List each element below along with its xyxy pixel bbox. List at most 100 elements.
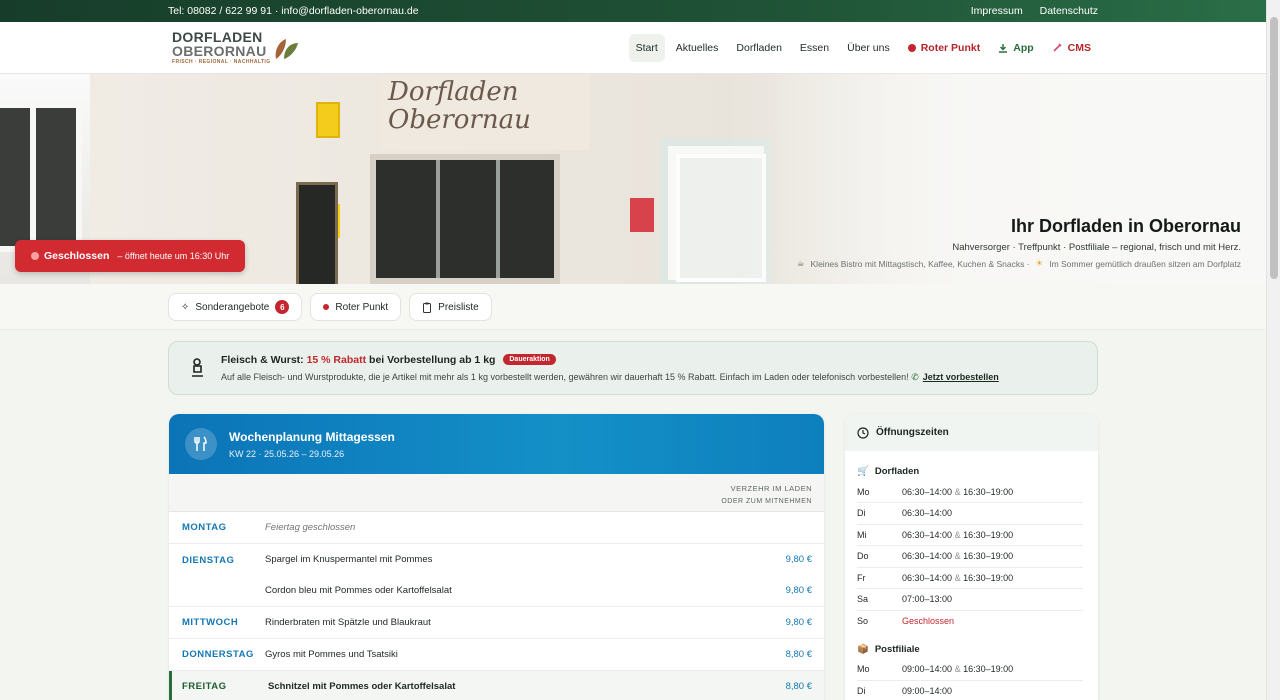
hours-time: 16:30–19:00 <box>963 529 1014 540</box>
chip-sonderangebote-label: Sonderangebote <box>195 301 270 313</box>
hours-time: 16:30–19:00 <box>963 486 1014 497</box>
promo-tag-badge: Daueraktion <box>503 354 556 366</box>
nav-aktuelles[interactable]: Aktuelles <box>669 34 726 62</box>
nav-roter-punkt[interactable]: Roter Punkt <box>901 34 988 62</box>
hours-day: Do <box>857 545 902 568</box>
hours-day: Di <box>857 680 902 700</box>
promo-cta-link[interactable]: Jetzt vorbestellen <box>923 372 999 382</box>
menu-dish: Schnitzel mit Pommes oder Kartoffelsalat <box>268 681 456 692</box>
lunch-menu-subheader: VERZEHR IM LADEN ODER ZUM MITNEHMEN <box>169 474 824 512</box>
hero-note-summer: Im Sommer gemütlich draußen sitzen am Do… <box>1049 258 1241 269</box>
nav-app-label: App <box>1013 41 1034 54</box>
nav-app[interactable]: App <box>991 34 1040 62</box>
nav-dorfladen[interactable]: Dorfladen <box>729 34 789 62</box>
hours-time: 06:30–14:00 <box>902 508 953 519</box>
red-dot-icon <box>323 304 330 310</box>
sonderangebote-count-badge: 6 <box>275 300 290 314</box>
opening-hours-header: Öffnungszeiten <box>845 414 1098 451</box>
open-status-badge[interactable]: Geschlossen – öffnet heute um 16:30 Uhr <box>15 240 246 272</box>
hours-day: Mi <box>857 524 902 546</box>
quick-links: ✧ Sonderangebote 6 Roter Punkt Preislist… <box>0 284 1266 330</box>
leaf-logo-icon <box>276 38 299 59</box>
clipboard-icon <box>423 302 432 313</box>
hours-time: 16:30–19:00 <box>963 572 1014 583</box>
menu-dish: Cordon bleu mit Pommes oder Kartoffelsal… <box>265 585 452 596</box>
menu-row-montag: MONTAG Feiertag geschlossen <box>169 512 824 544</box>
hero-notes: ☕ Kleines Bistro mit Mittagstisch, Kaffe… <box>797 258 1241 269</box>
post-hours-title: 📦 Postfiliale <box>845 632 1098 655</box>
menu-sub2: ODER ZUM MITNEHMEN <box>721 498 812 505</box>
menu-dish: Gyros mit Pommes und Tsatsiki <box>265 649 398 660</box>
store-sign: Dorfladen Oberornau <box>380 74 590 150</box>
cup-icon: ☕ <box>796 258 805 268</box>
dorfladen-hours-table: Mo 06:30–14:00 & 16:30–19:00 Di 06:30–14:0… <box>857 481 1083 632</box>
hours-time: 06:30–14:00 <box>902 529 953 540</box>
dorfladen-hours-title: 🛒 Dorfladen <box>845 451 1098 477</box>
logo-line1: DORFLADEN <box>172 29 263 45</box>
hours-day: Fr <box>857 567 902 589</box>
hours-day: Mo <box>857 481 902 503</box>
menu-price: 9,80 € <box>785 554 812 565</box>
hours-time: 09:00–14:00 <box>902 664 953 674</box>
chip-preisliste[interactable]: Preisliste <box>409 293 492 321</box>
menu-day: MONTAG <box>182 522 227 533</box>
store-door-image <box>370 154 560 284</box>
hero-subtitle: Nahversorger · Treffpunkt · Postfiliale … <box>952 242 1241 253</box>
page-scrollbar[interactable] <box>1266 0 1280 700</box>
datenschutz-link[interactable]: Datenschutz <box>1040 5 1098 17</box>
main-nav: Start Aktuelles Dorfladen Essen Über uns… <box>628 33 1098 62</box>
hours-day: Mo <box>857 658 902 681</box>
impressum-link[interactable]: Impressum <box>971 5 1023 17</box>
hours-time: 16:30–19:00 <box>963 551 1014 562</box>
mailbox-image <box>316 102 340 138</box>
scrollbar-thumb[interactable] <box>1270 17 1278 279</box>
menu-day: FREITAG <box>182 681 227 692</box>
promo-banner: Fleisch & Wurst: 15 % Rabatt bei Vorbest… <box>168 341 1098 395</box>
chip-roter-punkt[interactable]: Roter Punkt <box>310 293 402 321</box>
red-dot-icon <box>907 43 916 52</box>
hours-time: 09:00–14:00 <box>902 685 953 696</box>
menu-day: MITTWOCH <box>182 617 239 628</box>
site-logo[interactable]: DORFLADEN OBERORNAU FRISCH · REGIONAL · … <box>172 30 300 65</box>
key-icon <box>1053 43 1062 52</box>
promo-highlight: 15 % Rabatt <box>306 353 367 366</box>
menu-holiday: Feiertag geschlossen <box>265 522 356 533</box>
lunch-menu-card: Wochenplanung Mittagessen KW 22 · 25.05.… <box>169 414 824 700</box>
package-icon: 📦 <box>857 643 869 655</box>
menu-row-freitag: FREITAG Schnitzel mit Pommes oder Kartof… <box>169 671 824 700</box>
top-contact-bar: Tel: 08082 / 622 99 91 · info@dorfladen-… <box>0 0 1266 22</box>
hours-day: Sa <box>857 588 902 611</box>
phone-icon: ✆ <box>911 371 919 382</box>
menu-price: 9,80 € <box>785 585 812 596</box>
opening-hours-title: Öffnungszeiten <box>876 427 949 438</box>
nav-ueber-uns[interactable]: Über uns <box>840 34 897 62</box>
dorfladen-hours-label: Dorfladen <box>874 466 920 477</box>
site-header: DORFLADEN OBERORNAU FRISCH · REGIONAL · … <box>0 22 1266 74</box>
nav-essen[interactable]: Essen <box>793 34 836 62</box>
status-detail: – öffnet heute um 16:30 Uhr <box>117 251 230 261</box>
hours-time: 06:30–14:00 <box>902 551 953 562</box>
hours-time: 16:30–19:00 <box>963 664 1014 674</box>
menu-sub1: VERZEHR IM LADEN <box>730 484 812 493</box>
promo-suffix: bei Vorbestellung ab 1 kg <box>369 353 496 366</box>
hours-time: 07:00–13:00 <box>902 594 953 605</box>
opening-hours-card: Öffnungszeiten 🛒 Dorfladen Mo 06:30–14:00… <box>845 414 1098 700</box>
clock-icon <box>857 426 869 439</box>
hours-day: Di <box>857 502 902 525</box>
store-sign-text: Dorfladen Oberornau <box>388 77 531 135</box>
contact-info: Tel: 08082 / 622 99 91 · info@dorfladen-… <box>168 5 419 17</box>
nav-cms[interactable]: CMS <box>1045 34 1098 62</box>
promo-text: Auf alle Fleisch- und Wurstprodukte, die… <box>221 371 909 382</box>
logo-tagline: FRISCH · REGIONAL · NACHHALTIG <box>172 59 271 65</box>
nav-roter-punkt-label: Roter Punkt <box>920 41 981 54</box>
menu-price: 8,80 € <box>785 649 812 660</box>
chip-preisliste-label: Preisliste <box>438 301 479 313</box>
status-dot-icon <box>31 252 39 260</box>
chip-sonderangebote[interactable]: ✧ Sonderangebote 6 <box>168 293 303 321</box>
menu-row-mittwoch: MITTWOCH Rinderbraten mit Spätzle und Bl… <box>169 607 824 639</box>
post-hours-label: Postfiliale <box>874 643 920 655</box>
nav-start[interactable]: Start <box>628 33 665 62</box>
fork-knife-icon <box>185 428 217 460</box>
nav-cms-label: CMS <box>1067 41 1091 54</box>
hours-closed: Geschlossen <box>902 616 955 626</box>
